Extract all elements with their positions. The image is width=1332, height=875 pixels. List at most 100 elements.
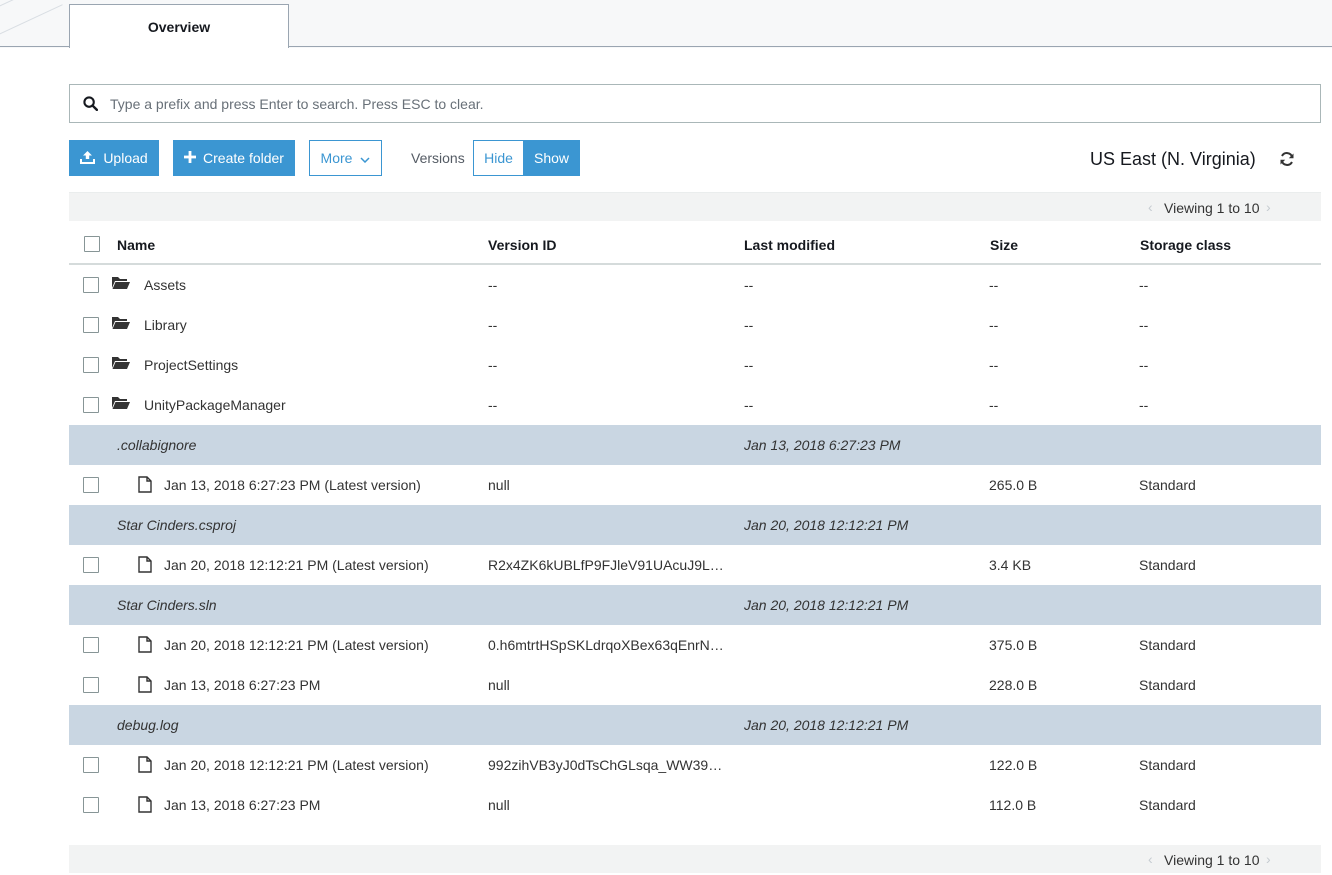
table-header: Name Version ID Last modified Size Stora… [69, 222, 1321, 265]
column-header-storage-class[interactable]: Storage class [1140, 237, 1231, 253]
object-last-modified: Jan 13, 2018 6:27:23 PM [744, 437, 901, 453]
column-header-version-id[interactable]: Version ID [488, 237, 556, 253]
more-dropdown[interactable]: More [309, 140, 382, 176]
version-id-cell: -- [488, 317, 498, 333]
search-input[interactable] [110, 88, 1320, 119]
next-page-icon[interactable]: › [1266, 851, 1271, 867]
folder-name[interactable]: ProjectSettings [144, 357, 238, 373]
version-row: Jan 20, 2018 12:12:21 PM (Latest version… [69, 545, 1321, 585]
folder-name[interactable]: Library [144, 317, 187, 333]
row-checkbox[interactable] [83, 637, 99, 653]
pagination-text: Viewing 1 to 10 [1164, 852, 1260, 868]
version-id-cell: null [488, 677, 510, 693]
row-checkbox[interactable] [83, 357, 99, 373]
version-row: Jan 20, 2018 12:12:21 PM (Latest version… [69, 745, 1321, 785]
folder-icon [112, 356, 130, 373]
version-label[interactable]: Jan 13, 2018 6:27:23 PM [164, 797, 320, 813]
column-header-name[interactable]: Name [117, 237, 155, 253]
chevron-down-icon [360, 150, 370, 166]
upload-button[interactable]: Upload [69, 140, 159, 176]
file-icon [138, 556, 152, 576]
last-modified-cell: -- [744, 397, 754, 413]
table-row: Library -- -- -- -- [69, 305, 1321, 345]
file-icon [138, 756, 152, 776]
next-page-icon[interactable]: › [1266, 199, 1271, 215]
storage-class-cell: Standard [1139, 477, 1196, 493]
size-cell: -- [989, 397, 999, 413]
object-name: .collabignore [117, 437, 197, 453]
table-row: ProjectSettings -- -- -- -- [69, 345, 1321, 385]
object-group-row: Star Cinders.sln Jan 20, 2018 12:12:21 P… [69, 585, 1321, 625]
pagination-bottom: ‹ Viewing 1 to 10 › [69, 845, 1321, 873]
folder-name[interactable]: Assets [144, 277, 186, 293]
column-header-size[interactable]: Size [990, 237, 1018, 253]
object-name: Star Cinders.sln [117, 597, 217, 613]
row-checkbox[interactable] [83, 477, 99, 493]
row-checkbox[interactable] [83, 757, 99, 773]
file-icon [138, 476, 152, 496]
object-group-row: Star Cinders.csproj Jan 20, 2018 12:12:2… [69, 505, 1321, 545]
version-row: Jan 20, 2018 12:12:21 PM (Latest version… [69, 625, 1321, 665]
create-folder-button[interactable]: Create folder [173, 140, 295, 176]
storage-class-cell: Standard [1139, 677, 1196, 693]
object-last-modified: Jan 20, 2018 12:12:21 PM [744, 597, 909, 613]
version-id-cell: -- [488, 357, 498, 373]
folder-icon [112, 276, 130, 293]
background-decoration [0, 4, 63, 39]
storage-class-cell: Standard [1139, 637, 1196, 653]
select-all-checkbox[interactable] [84, 236, 100, 252]
region-label: US East (N. Virginia) [1090, 149, 1256, 169]
row-checkbox[interactable] [83, 397, 99, 413]
versions-show-button[interactable]: Show [523, 140, 580, 176]
folder-icon [112, 316, 130, 333]
version-label[interactable]: Jan 13, 2018 6:27:23 PM (Latest version) [164, 477, 421, 493]
file-icon [138, 636, 152, 656]
versions-hide-button[interactable]: Hide [473, 140, 524, 176]
tab-overview[interactable]: Overview [69, 4, 289, 48]
more-label: More [320, 150, 353, 166]
versions-label: Versions [411, 150, 465, 166]
version-row: Jan 13, 2018 6:27:23 PM null 112.0 B Sta… [69, 785, 1321, 825]
upload-label: Upload [103, 150, 148, 166]
pagination-top: ‹ Viewing 1 to 10 › [69, 192, 1321, 221]
size-cell: 122.0 B [989, 757, 1038, 773]
object-group-row: .collabignore Jan 13, 2018 6:27:23 PM [69, 425, 1321, 465]
size-cell: 375.0 B [989, 637, 1038, 653]
version-id-cell: 992zihVB3yJ0dTsChGLsqa_WW39… [488, 757, 723, 773]
previous-page-icon[interactable]: ‹ [1148, 851, 1153, 867]
storage-class-cell: -- [1139, 397, 1149, 413]
version-row: Jan 13, 2018 6:27:23 PM null 228.0 B Sta… [69, 665, 1321, 705]
previous-page-icon[interactable]: ‹ [1148, 199, 1153, 215]
version-label[interactable]: Jan 20, 2018 12:12:21 PM (Latest version… [164, 757, 429, 773]
object-name: debug.log [117, 717, 179, 733]
last-modified-cell: -- [744, 277, 754, 293]
object-last-modified: Jan 20, 2018 12:12:21 PM [744, 517, 909, 533]
table-row: Assets -- -- -- -- [69, 265, 1321, 305]
folder-name[interactable]: UnityPackageManager [144, 397, 286, 413]
table-row: UnityPackageManager -- -- -- -- [69, 385, 1321, 425]
size-cell: -- [989, 317, 999, 333]
last-modified-cell: -- [744, 317, 754, 333]
size-cell: 228.0 B [989, 677, 1038, 693]
storage-class-cell: Standard [1139, 557, 1196, 573]
object-last-modified: Jan 20, 2018 12:12:21 PM [744, 717, 909, 733]
version-label[interactable]: Jan 20, 2018 12:12:21 PM (Latest version… [164, 557, 429, 573]
row-checkbox[interactable] [83, 557, 99, 573]
size-cell: 265.0 B [989, 477, 1038, 493]
column-header-last-modified[interactable]: Last modified [744, 237, 835, 253]
version-label[interactable]: Jan 20, 2018 12:12:21 PM (Latest version… [164, 637, 429, 653]
version-label[interactable]: Jan 13, 2018 6:27:23 PM [164, 677, 320, 693]
size-cell: -- [989, 277, 999, 293]
row-checkbox[interactable] [83, 277, 99, 293]
size-cell: 112.0 B [989, 797, 1037, 813]
storage-class-cell: -- [1139, 277, 1149, 293]
row-checkbox[interactable] [83, 677, 99, 693]
hide-label: Hide [484, 150, 513, 166]
row-checkbox[interactable] [83, 797, 99, 813]
row-checkbox[interactable] [83, 317, 99, 333]
show-label: Show [533, 150, 570, 166]
size-cell: 3.4 KB [989, 557, 1032, 573]
refresh-icon[interactable] [1279, 151, 1297, 169]
version-id-cell: 0.h6mtrtHSpSKLdrqoXBex63qEnrN… [488, 637, 724, 653]
file-icon [138, 676, 152, 696]
